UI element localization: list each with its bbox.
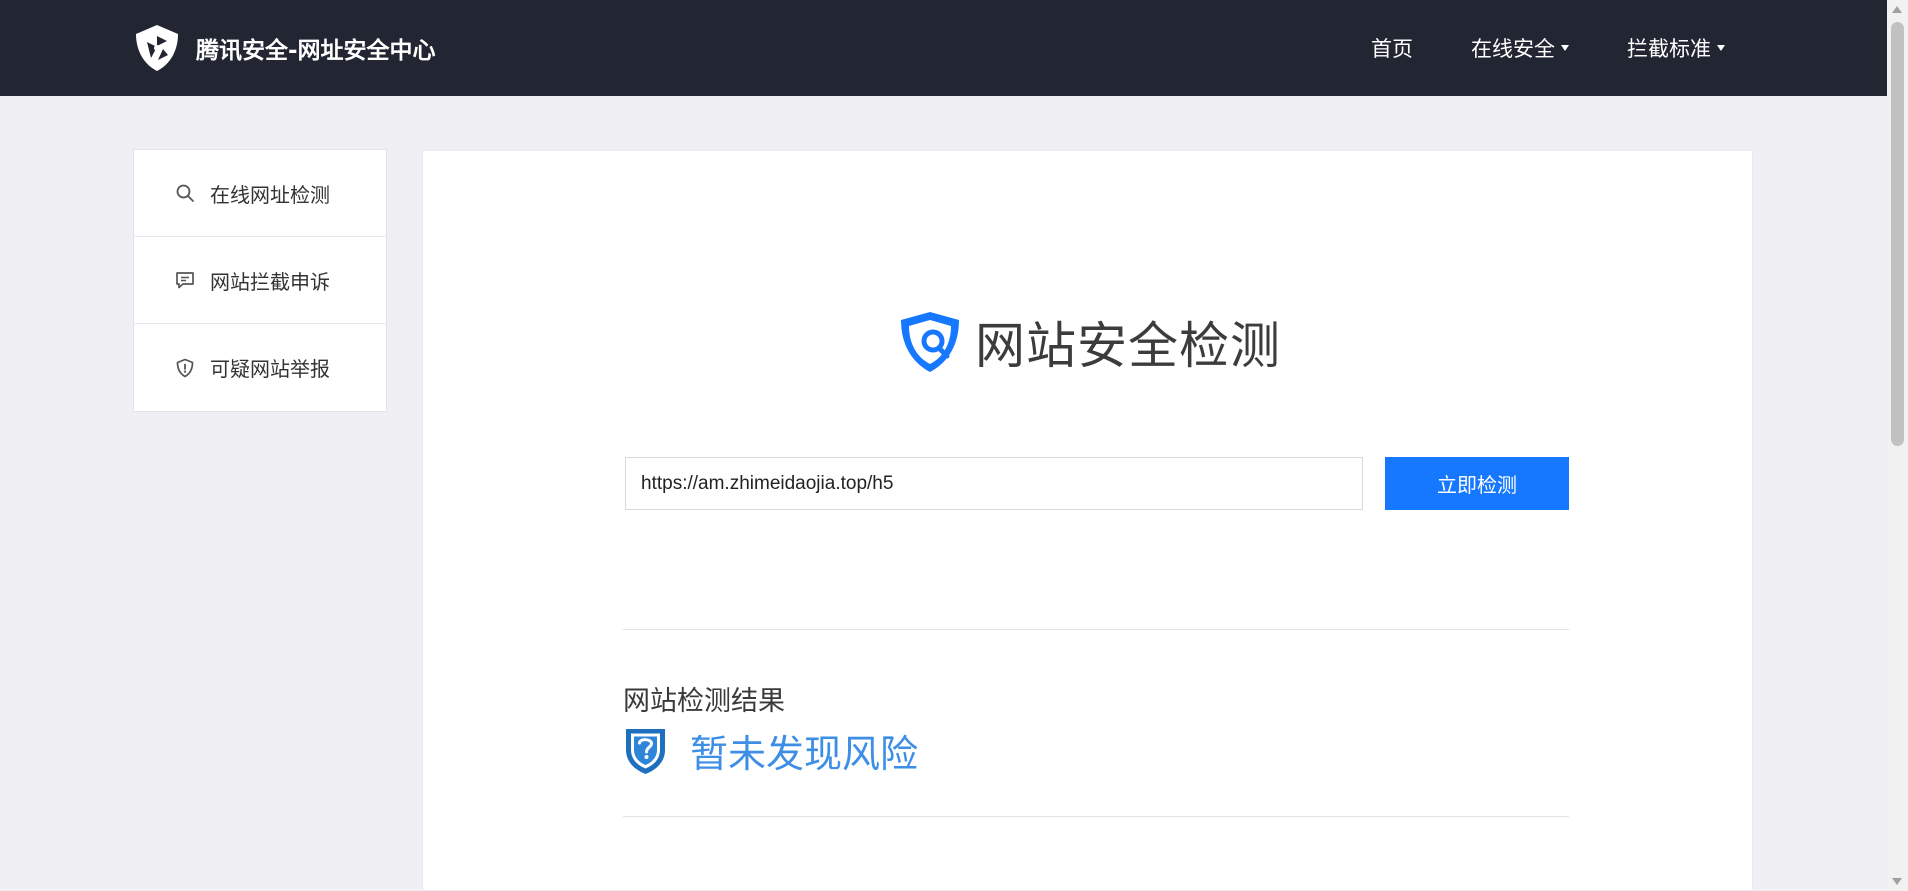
sidebar-item-appeal[interactable]: 网站拦截申诉 (134, 237, 386, 324)
scroll-down-arrow-icon[interactable] (1892, 878, 1902, 885)
hero: 网站安全检测 (895, 306, 1281, 378)
check-now-button[interactable]: 立即检测 (1385, 457, 1569, 510)
shield-question-icon (626, 728, 665, 774)
shield-search-logo-icon (901, 312, 959, 372)
sidebar-item-label: 在线网址检测 (210, 182, 330, 207)
nav-home[interactable]: 首页 (1371, 33, 1413, 63)
top-nav: 首页 在线安全 拦截标准 (1313, 0, 1725, 96)
divider (623, 629, 1569, 630)
result-status-text: 暂未发现风险 (690, 732, 919, 776)
nav-home-label: 首页 (1371, 37, 1413, 61)
top-header: 腾讯安全-网址安全中心 首页 在线安全 拦截标准 (0, 0, 1887, 96)
sidebar-item-label: 可疑网站举报 (210, 357, 330, 381)
tencent-security-logo-icon (136, 25, 178, 71)
nav-block-standards-label: 拦截标准 (1627, 37, 1711, 61)
page-title: 网站安全检测 (975, 317, 1281, 375)
caret-down-icon (1717, 45, 1725, 51)
sidebar-item-url-check[interactable]: 在线网址检测 (134, 150, 386, 237)
brand-title: 腾讯安全-网址安全中心 (196, 38, 436, 64)
sidebar: 在线网址检测 网站拦截申诉 可疑网站举报 (133, 149, 387, 412)
url-input[interactable] (625, 457, 1363, 510)
result-heading: 网站检测结果 (623, 686, 785, 717)
vertical-scrollbar[interactable] (1887, 0, 1908, 891)
main-panel: 网站安全检测 立即检测 网站检测结果 暂未发现风险 (422, 150, 1753, 891)
search-icon (176, 184, 194, 202)
nav-online-security-label: 在线安全 (1471, 37, 1555, 61)
divider (623, 816, 1569, 817)
result-status: 暂未发现风险 (623, 723, 918, 778)
nav-online-security[interactable]: 在线安全 (1471, 33, 1569, 63)
shield-alert-icon (176, 358, 194, 377)
caret-down-icon (1561, 45, 1569, 51)
sidebar-item-label: 网站拦截申诉 (210, 269, 330, 294)
brand[interactable]: 腾讯安全-网址安全中心 (133, 22, 436, 74)
scroll-up-arrow-icon[interactable] (1892, 6, 1902, 13)
chat-bubble-icon (176, 272, 194, 289)
scroll-thumb[interactable] (1891, 22, 1904, 446)
sidebar-item-report[interactable]: 可疑网站举报 (134, 324, 386, 411)
nav-block-standards[interactable]: 拦截标准 (1627, 33, 1725, 63)
